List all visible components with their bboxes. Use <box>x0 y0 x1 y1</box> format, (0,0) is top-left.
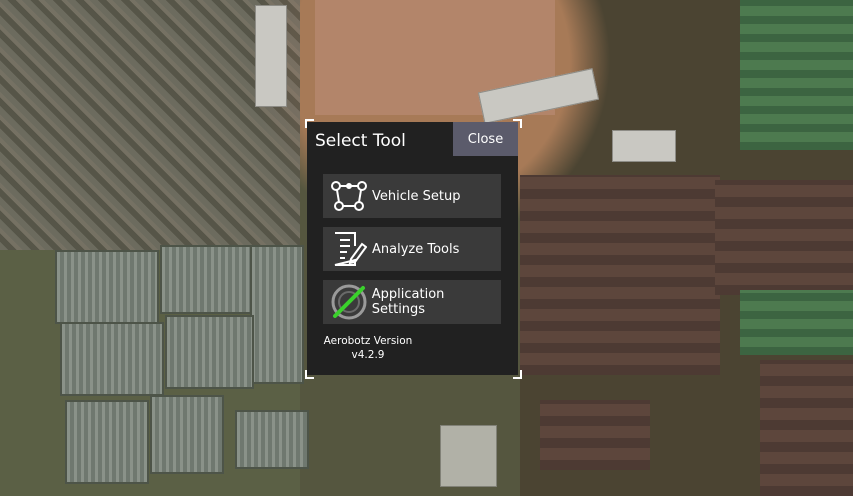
map-greenhouse <box>150 395 224 474</box>
version-name: Aerobotz Version <box>323 335 413 347</box>
analyze-tools-button[interactable]: Analyze Tools <box>323 227 501 271</box>
map-greenhouse <box>165 315 254 389</box>
map-field-area <box>520 175 720 375</box>
version-info: Aerobotz Version v4.2.9 <box>323 334 413 362</box>
map-greenhouse <box>235 410 309 469</box>
close-button[interactable]: Close <box>453 122 518 156</box>
map-field-area <box>540 400 650 470</box>
dialog-title: Select Tool <box>315 131 406 151</box>
map-greenhouse <box>60 322 164 396</box>
vehicle-setup-button[interactable]: Vehicle Setup <box>323 174 501 218</box>
map-greenhouse <box>55 250 159 324</box>
map-building <box>440 425 497 487</box>
map-building <box>612 130 676 162</box>
vehicle-setup-label: Vehicle Setup <box>372 188 461 204</box>
vehicle-setup-icon <box>329 176 369 216</box>
analyze-tools-label: Analyze Tools <box>372 241 460 257</box>
analyze-tools-icon <box>329 229 369 269</box>
application-settings-button[interactable]: Application Settings <box>323 280 501 324</box>
map-field-area <box>760 360 853 496</box>
map-building <box>255 5 287 107</box>
map-greenhouse <box>160 245 252 314</box>
map-field-area <box>740 290 853 355</box>
map-field-area <box>740 0 853 150</box>
map-field-area <box>715 180 853 295</box>
application-settings-icon <box>329 282 369 322</box>
version-number: v4.2.9 <box>351 349 385 361</box>
map-greenhouse <box>65 400 149 484</box>
select-tool-dialog: Select Tool Close Vehicle Setup Analyze … <box>307 122 518 375</box>
application-settings-label: Application Settings <box>371 287 445 317</box>
map-greenhouse <box>250 245 304 384</box>
